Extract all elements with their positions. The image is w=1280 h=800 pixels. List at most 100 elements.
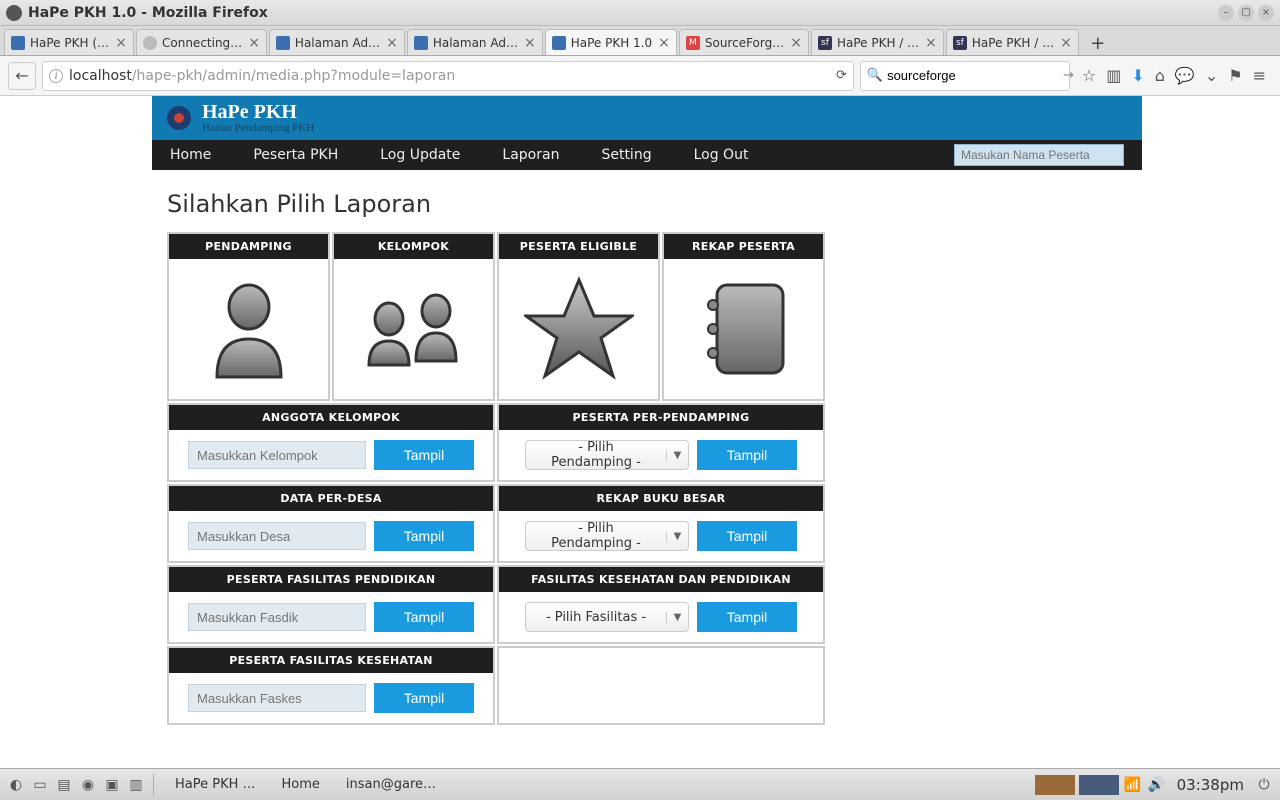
card-peserta-faskes: PESERTA FASILITAS KESEHATAN Tampil xyxy=(167,646,495,725)
menu-home[interactable]: Home xyxy=(170,147,211,163)
url-text: localhost/hape-pkh/admin/media.php?modul… xyxy=(69,68,836,84)
card-anggota-kelompok: ANGGOTA KELOMPOK Tampil xyxy=(167,403,495,482)
tab-6[interactable]: sfHaPe PKH / …× xyxy=(811,29,944,55)
library-icon[interactable]: ▥ xyxy=(1106,66,1121,85)
tab-0[interactable]: HaPe PKH (…× xyxy=(4,29,134,55)
card-peserta-eligible[interactable]: PESERTA ELIGIBLE xyxy=(497,232,660,401)
rekap-buku-besar-select[interactable]: - Pilih Pendamping -▼ xyxy=(525,521,689,551)
task-terminal[interactable]: insan@gare… xyxy=(332,774,444,795)
anggota-kelompok-input[interactable] xyxy=(188,441,366,469)
person-icon xyxy=(209,279,289,379)
tab-2[interactable]: Halaman Ad…× xyxy=(269,29,405,55)
close-icon[interactable]: × xyxy=(790,35,802,51)
card-data-per-desa: DATA PER-DESA Tampil xyxy=(167,484,495,563)
volume-icon[interactable]: 🔊 xyxy=(1147,775,1167,795)
menu-launcher-icon[interactable]: ◐ xyxy=(6,775,26,795)
terminal-launcher-icon[interactable]: ▣ xyxy=(102,775,122,795)
addon-icon[interactable]: ⚑ xyxy=(1228,66,1242,85)
workspace-1[interactable] xyxy=(1035,775,1075,795)
card-empty xyxy=(497,646,825,725)
task-home[interactable]: Home xyxy=(268,774,328,795)
search-bar[interactable]: 🔍 → xyxy=(860,61,1070,91)
menu-laporan[interactable]: Laporan xyxy=(502,147,559,163)
peserta-per-pendamping-select[interactable]: - Pilih Pendamping -▼ xyxy=(525,440,689,470)
close-icon[interactable]: × xyxy=(658,35,670,51)
chevron-down-icon: ▼ xyxy=(666,612,688,623)
card-fasilitas-kesehatan-pendidikan: FASILITAS KESEHATAN DAN PENDIDIKAN - Pil… xyxy=(497,565,825,644)
fasilitas-button[interactable]: Tampil xyxy=(697,602,797,632)
close-button[interactable]: × xyxy=(1258,5,1274,21)
close-icon[interactable]: × xyxy=(386,35,398,51)
back-button[interactable]: ← xyxy=(8,62,36,90)
peserta-fasdik-input[interactable] xyxy=(188,603,366,631)
group-icon xyxy=(359,289,469,369)
chat-icon[interactable]: 💬 xyxy=(1175,66,1195,85)
site-header: HaPe PKH Harian Pendamping PKH xyxy=(152,96,1142,140)
data-per-desa-input[interactable] xyxy=(188,522,366,550)
bookmark-icon[interactable]: ☆ xyxy=(1082,66,1096,85)
rekap-buku-besar-button[interactable]: Tampil xyxy=(697,521,797,551)
power-icon[interactable]: ⏻ xyxy=(1254,775,1274,795)
reload-icon[interactable]: ⟳ xyxy=(836,68,847,83)
menu-logout[interactable]: Log Out xyxy=(694,147,749,163)
window-titlebar: HaPe PKH 1.0 - Mozilla Firefox – ▢ × xyxy=(0,0,1280,26)
tab-1[interactable]: Connecting…× xyxy=(136,29,267,55)
peserta-faskes-input[interactable] xyxy=(188,684,366,712)
download-icon[interactable]: ⬇ xyxy=(1131,66,1144,85)
page-title: Silahkan Pilih Laporan xyxy=(167,190,1127,218)
task-firefox[interactable]: HaPe PKH … xyxy=(161,774,264,795)
minimize-button[interactable]: – xyxy=(1218,5,1234,21)
peserta-fasdik-button[interactable]: Tampil xyxy=(374,602,474,632)
close-icon[interactable]: × xyxy=(1060,35,1072,51)
peserta-per-pendamping-button[interactable]: Tampil xyxy=(697,440,797,470)
maximize-button[interactable]: ▢ xyxy=(1238,5,1254,21)
close-icon[interactable]: × xyxy=(925,35,937,51)
close-icon[interactable]: × xyxy=(524,35,536,51)
search-input[interactable] xyxy=(887,68,1063,83)
card-peserta-per-pendamping: PESERTA PER-PENDAMPING - Pilih Pendampin… xyxy=(497,403,825,482)
window-controls: – ▢ × xyxy=(1218,5,1274,21)
app-launcher-icon[interactable]: ▥ xyxy=(126,775,146,795)
files-icon[interactable]: ▤ xyxy=(54,775,74,795)
network-icon[interactable]: 📶 xyxy=(1123,775,1143,795)
menu-setting[interactable]: Setting xyxy=(601,147,651,163)
nav-toolbar: ← i localhost/hape-pkh/admin/media.php?m… xyxy=(0,56,1280,96)
data-per-desa-button[interactable]: Tampil xyxy=(374,521,474,551)
menu-peserta-pkh[interactable]: Peserta PKH xyxy=(253,147,338,163)
site-logo-icon xyxy=(164,103,194,133)
tab-5[interactable]: MSourceForg…× xyxy=(679,29,809,55)
go-icon[interactable]: → xyxy=(1063,68,1074,83)
anggota-kelompok-button[interactable]: Tampil xyxy=(374,440,474,470)
home-icon[interactable]: ⌂ xyxy=(1155,66,1165,85)
tab-7[interactable]: sfHaPe PKH / …× xyxy=(946,29,1079,55)
chevron-down-icon: ▼ xyxy=(666,450,688,461)
url-bar[interactable]: i localhost/hape-pkh/admin/media.php?mod… xyxy=(42,61,854,91)
show-desktop-icon[interactable]: ▭ xyxy=(30,775,50,795)
info-icon[interactable]: i xyxy=(49,69,63,83)
card-pendamping[interactable]: PENDAMPING xyxy=(167,232,330,401)
tab-3[interactable]: Halaman Ad…× xyxy=(407,29,543,55)
search-peserta-input[interactable] xyxy=(954,144,1124,166)
card-rekap-peserta[interactable]: REKAP PESERTA xyxy=(662,232,825,401)
site-name: HaPe PKH xyxy=(202,102,314,122)
card-kelompok[interactable]: KELOMPOK xyxy=(332,232,495,401)
menu-log-update[interactable]: Log Update xyxy=(380,147,460,163)
close-icon[interactable]: × xyxy=(115,35,127,51)
firefox-launcher-icon[interactable]: ◉ xyxy=(78,775,98,795)
menu-icon[interactable]: ≡ xyxy=(1253,66,1266,85)
tab-4[interactable]: HaPe PKH 1.0× xyxy=(545,29,677,55)
fasilitas-select[interactable]: - Pilih Fasilitas -▼ xyxy=(525,602,689,632)
viewport: HaPe PKH Harian Pendamping PKH Home Pese… xyxy=(0,96,1280,768)
workspace-2[interactable] xyxy=(1079,775,1119,795)
site-subtitle: Harian Pendamping PKH xyxy=(202,122,314,134)
chevron-down-icon: ▼ xyxy=(666,531,688,542)
close-icon[interactable]: × xyxy=(248,35,260,51)
card-rekap-buku-besar: REKAP BUKU BESAR - Pilih Pendamping -▼ T… xyxy=(497,484,825,563)
peserta-faskes-button[interactable]: Tampil xyxy=(374,683,474,713)
tab-strip: HaPe PKH (…× Connecting…× Halaman Ad…× H… xyxy=(0,26,1280,56)
clock[interactable]: 03:38pm xyxy=(1177,776,1244,794)
menubar: Home Peserta PKH Log Update Laporan Sett… xyxy=(152,140,1142,170)
taskbar: ◐ ▭ ▤ ◉ ▣ ▥ HaPe PKH … Home insan@gare… … xyxy=(0,768,1280,800)
new-tab-button[interactable]: + xyxy=(1085,31,1111,55)
pocket-icon[interactable]: ⌄ xyxy=(1205,66,1218,85)
